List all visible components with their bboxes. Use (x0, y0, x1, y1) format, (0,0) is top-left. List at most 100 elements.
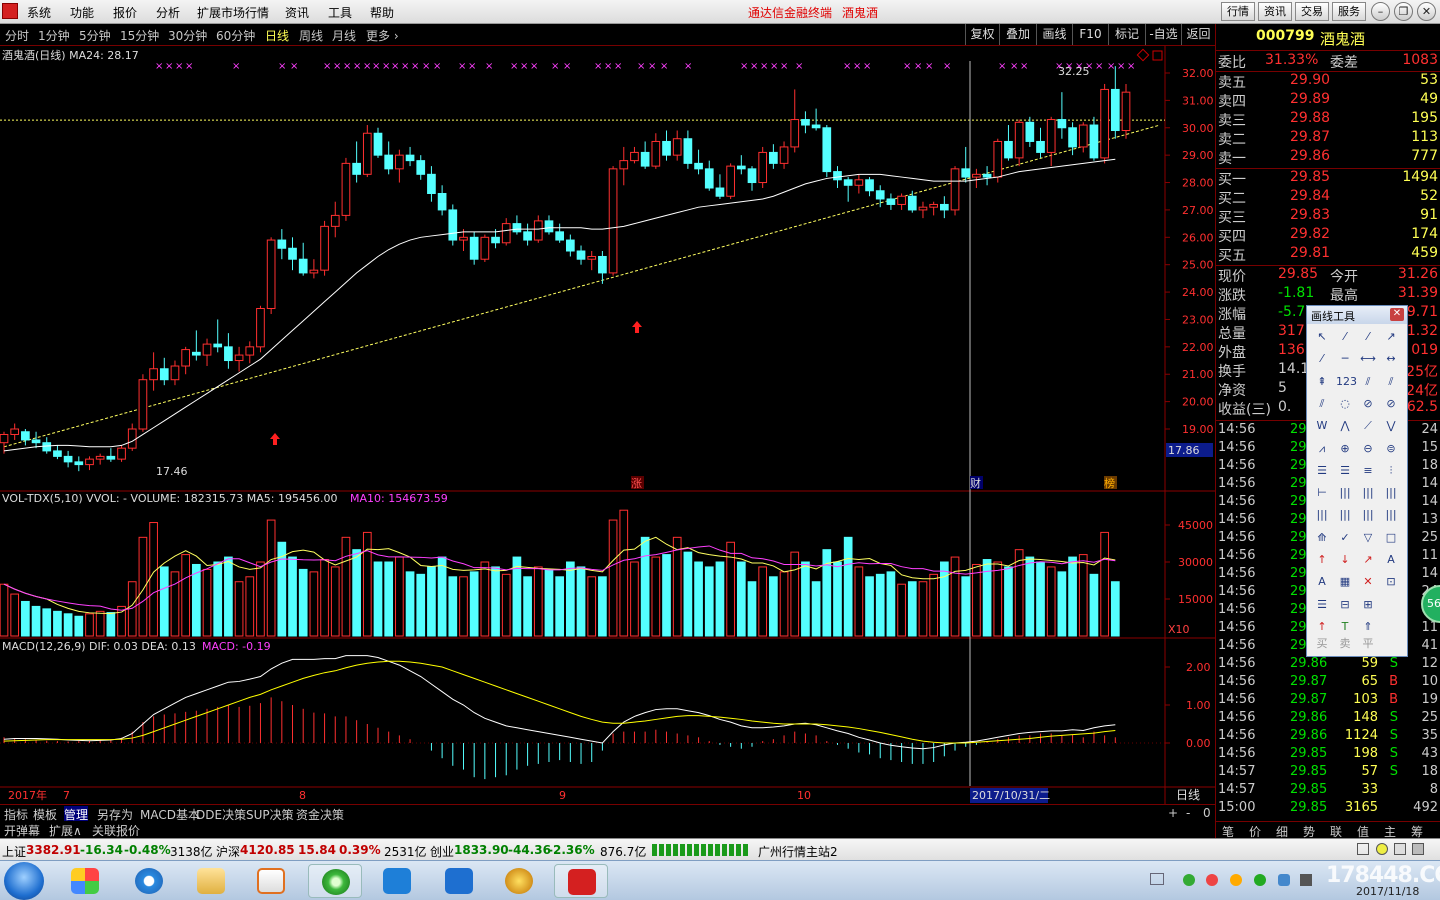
period-tab-60min[interactable]: 60分钟 (216, 27, 255, 44)
draw-tool-up-double-icon[interactable]: ⇑ (1359, 618, 1377, 636)
draw-tool-bracket-icon[interactable]: ⊢ (1313, 484, 1331, 502)
related-quote-tab[interactable]: 关联报价 (92, 822, 140, 839)
ask-level-5[interactable]: 卖五 29.90 53 (1218, 72, 1440, 91)
menu-analysis[interactable]: 分析 (156, 4, 180, 21)
overlay-button[interactable]: 叠加 (999, 24, 1036, 45)
draw-tool-ray-icon[interactable]: ⁄ (1359, 328, 1377, 346)
tray-network-icon[interactable] (1300, 874, 1312, 886)
server-name[interactable]: 广州行情主站2 (758, 843, 838, 860)
taskbar-app-desktop[interactable] (58, 864, 112, 898)
draw-tool-gann-icon[interactable]: ⩘ (1313, 440, 1331, 458)
draw-tool-segment-icon[interactable]: ⁄ (1313, 350, 1331, 368)
taskbar-app-explorer[interactable] (184, 864, 238, 898)
period-tab-more[interactable]: 更多 › (366, 27, 399, 44)
tray-icon-2[interactable] (1206, 874, 1218, 886)
zoom-in-button[interactable]: + (1168, 806, 1178, 820)
menu-extended-market[interactable]: 扩展市场行情 (197, 4, 269, 21)
period-tab-monthly[interactable]: 月线 (332, 27, 356, 44)
draw-tool-ellipse-icon[interactable]: ⊘ (1382, 395, 1400, 413)
draw-tool-fib-fan-icon[interactable]: ⊖ (1359, 440, 1377, 458)
calendar-icon[interactable] (1394, 843, 1406, 855)
draw-tool-up-mark-icon[interactable]: ↑ (1313, 618, 1331, 636)
draw-tool-down-arrow-icon[interactable]: ↓ (1336, 551, 1354, 569)
draw-tool-frame-icon[interactable]: ⊡ (1382, 573, 1400, 591)
ask-level-2[interactable]: 卖二 29.87 113 (1218, 129, 1440, 148)
period-tab-weekly[interactable]: 周线 (299, 27, 323, 44)
danmaku-toggle[interactable]: 开弹幕 (4, 822, 40, 839)
period-tab-fenshi[interactable]: 分时 (5, 27, 29, 44)
zoom-reset-button[interactable]: 0 (1203, 806, 1211, 820)
draw-tool-wave-icon[interactable]: W (1313, 417, 1331, 435)
bid-level-1[interactable]: 买一 29.85 1494 (1218, 169, 1440, 188)
ask-level-3[interactable]: 卖三 29.88 195 (1218, 110, 1440, 129)
bid-level-4[interactable]: 买四 29.82 174 (1218, 226, 1440, 245)
draw-tool-hline-icon[interactable]: ─ (1336, 350, 1354, 368)
tray-keyboard-icon[interactable] (1150, 873, 1164, 885)
draw-tool-grid6-icon[interactable]: ||| (1359, 506, 1377, 524)
taskbar-app-cloud[interactable] (370, 864, 424, 898)
draw-tool-grid5-icon[interactable]: ||| (1336, 506, 1354, 524)
marker-bang[interactable]: 榜 (1104, 476, 1115, 490)
marker-cai[interactable]: 财 (970, 476, 981, 490)
back-button[interactable]: 返回 (1181, 24, 1215, 45)
draw-tool-grid2-icon[interactable]: ||| (1359, 484, 1377, 502)
zoom-out-button[interactable]: - (1186, 806, 1190, 820)
menu-help[interactable]: 帮助 (370, 4, 394, 21)
start-button[interactable] (4, 862, 44, 900)
draw-tool-parallel-icon[interactable]: ⫽ (1382, 373, 1400, 391)
menu-function[interactable]: 功能 (70, 4, 94, 21)
draw-tool-parallel2-icon[interactable]: ⫽ (1313, 395, 1331, 413)
draw-tool-period-icon[interactable]: ⫶ (1382, 462, 1400, 480)
alert-icon[interactable] (1376, 843, 1388, 855)
draw-tool-grid1-icon[interactable]: ||| (1336, 484, 1354, 502)
taskbar-app-tdx[interactable] (554, 864, 608, 898)
draw-tool-arrow-line-icon[interactable]: ↗ (1382, 328, 1400, 346)
tray-icon-3[interactable] (1254, 874, 1266, 886)
draw-tool-sell[interactable]: 卖 (1336, 635, 1354, 653)
draw-tool-buy[interactable]: 买 (1313, 635, 1331, 653)
draw-tool-hsegment-icon[interactable]: ⟷ (1359, 350, 1377, 368)
draw-tool-table-icon[interactable]: ⊟ (1336, 596, 1354, 614)
draw-tool-up-arrow-icon[interactable]: ↑ (1313, 551, 1331, 569)
trade-button[interactable]: 交易 (1295, 2, 1329, 21)
draw-tool-line-icon[interactable]: ⁄ (1336, 328, 1354, 346)
menu-news[interactable]: 资讯 (285, 4, 309, 21)
draw-tool-list-icon[interactable]: ☰ (1313, 596, 1331, 614)
draw-tool-rect-icon[interactable]: □ (1382, 529, 1400, 547)
bid-level-3[interactable]: 买三 29.83 91 (1218, 207, 1440, 226)
service-button[interactable]: 服务 (1332, 2, 1366, 21)
draw-tool-triangle-icon[interactable]: ▽ (1359, 529, 1377, 547)
tray-qq-icon[interactable] (1230, 874, 1242, 886)
draw-tool-fib-arc-icon[interactable]: ⊜ (1382, 440, 1400, 458)
draw-tool-grid3-icon[interactable]: ||| (1382, 484, 1400, 502)
draw-tool-vline-icon[interactable]: ⇞ (1313, 373, 1331, 391)
menu-tools[interactable]: 工具 (328, 4, 352, 21)
draw-tool-board-icon[interactable]: ⊞ (1359, 596, 1377, 614)
taskbar-app-game[interactable] (492, 864, 546, 898)
draw-tool-fan-icon[interactable]: ⟰ (1313, 529, 1331, 547)
draw-tool-pointer-icon[interactable]: ↖ (1313, 328, 1331, 346)
kline-chart[interactable]: × × × × × × × × × × × × × × × × × × × × × × × × × × × × × × × × × × × × × × × ×… (0, 46, 1215, 804)
taskbar-app-media[interactable] (244, 864, 298, 898)
draw-tool-text-icon[interactable]: A (1382, 551, 1400, 569)
draw-tool-text-mark-icon[interactable]: T (1336, 618, 1354, 636)
taskbar-app-ie[interactable] (122, 864, 176, 898)
period-tab-15min[interactable]: 15分钟 (120, 27, 159, 44)
ask-level-4[interactable]: 卖四 29.89 49 (1218, 91, 1440, 110)
draw-tool-circle-icon[interactable]: ⊘ (1359, 395, 1377, 413)
restore-icon[interactable]: ❐ (1394, 2, 1413, 21)
market-button[interactable]: 行情 (1221, 2, 1255, 21)
grid-icon[interactable] (1412, 843, 1424, 855)
f10-button[interactable]: F10 (1072, 24, 1108, 45)
window-icon[interactable] (1357, 843, 1369, 855)
ask-level-1[interactable]: 卖一 29.86 777 (1218, 148, 1440, 167)
period-tab-5min[interactable]: 5分钟 (79, 27, 111, 44)
tray-icon-1[interactable] (1183, 874, 1195, 886)
news-button[interactable]: 资讯 (1258, 2, 1292, 21)
draw-tool-mosaic-icon[interactable]: ▦ (1336, 573, 1354, 591)
draw-tool-diag-arrow-icon[interactable]: ↗ (1359, 551, 1377, 569)
bid-level-5[interactable]: 买五 29.81 459 (1218, 245, 1440, 264)
draw-tool-arc-icon[interactable]: ◌ (1336, 395, 1354, 413)
draw-tool-fib-ext-icon[interactable]: ≡ (1359, 462, 1377, 480)
marker-zhang[interactable]: 涨 (631, 477, 642, 490)
